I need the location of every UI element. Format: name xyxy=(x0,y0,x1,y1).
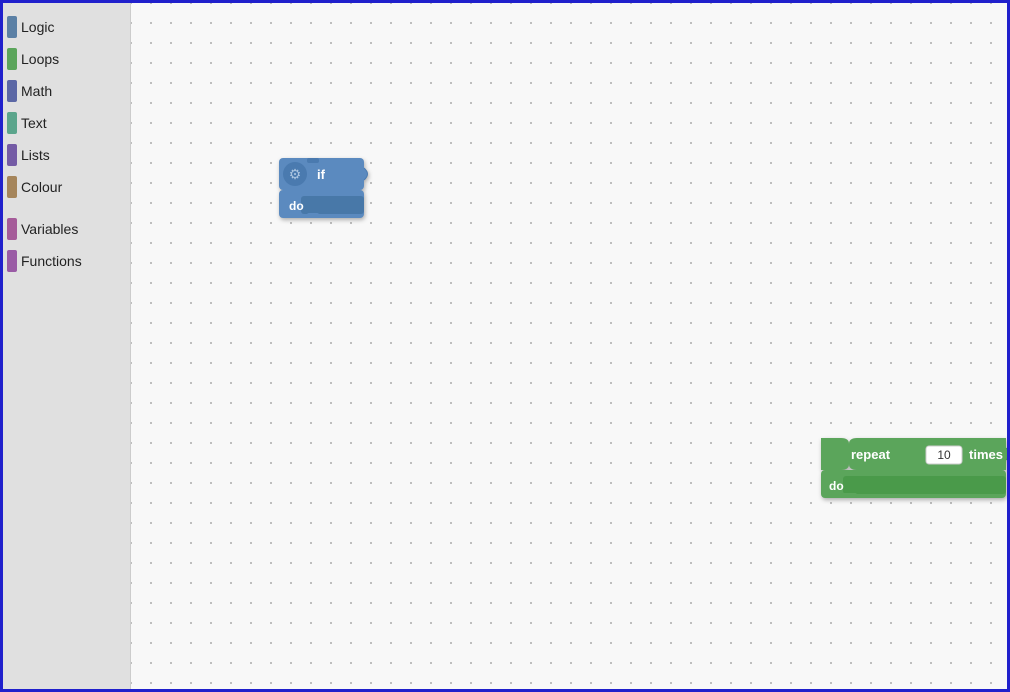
logic-color-dot xyxy=(7,16,17,38)
sidebar-label-text: Text xyxy=(21,115,47,131)
svg-text:⚙: ⚙ xyxy=(289,166,302,182)
svg-text:if: if xyxy=(317,167,326,182)
sidebar: Logic Loops Math Text Lists Colour Varia… xyxy=(3,3,131,689)
sidebar-label-lists: Lists xyxy=(21,147,50,163)
svg-text:repeat: repeat xyxy=(851,447,891,462)
sidebar-label-loops: Loops xyxy=(21,51,59,67)
sidebar-label-variables: Variables xyxy=(21,221,78,237)
sidebar-item-functions[interactable]: Functions xyxy=(3,245,130,277)
sidebar-item-lists[interactable]: Lists xyxy=(3,139,130,171)
sidebar-item-math[interactable]: Math xyxy=(3,75,130,107)
sidebar-item-colour[interactable]: Colour xyxy=(3,171,130,203)
canvas-area[interactable]: ⚙ if do xyxy=(131,3,1007,689)
sidebar-label-logic: Logic xyxy=(21,19,54,35)
lists-color-dot xyxy=(7,144,17,166)
sidebar-item-loops[interactable]: Loops xyxy=(3,43,130,75)
svg-text:10: 10 xyxy=(937,448,951,462)
sidebar-item-logic[interactable]: Logic xyxy=(3,11,130,43)
math-color-dot xyxy=(7,80,17,102)
if-block-graphic: ⚙ if do xyxy=(279,158,368,218)
sidebar-item-text[interactable]: Text xyxy=(3,107,130,139)
svg-text:do: do xyxy=(829,479,844,493)
if-block[interactable]: ⚙ if do xyxy=(279,158,369,228)
svg-text:times: times xyxy=(969,447,1003,462)
functions-color-dot xyxy=(7,250,17,272)
text-color-dot xyxy=(7,112,17,134)
repeat-block-graphic: repeat 10 times do xyxy=(821,438,1007,498)
sidebar-label-colour: Colour xyxy=(21,179,62,195)
sidebar-label-math: Math xyxy=(21,83,52,99)
sidebar-item-variables[interactable]: Variables xyxy=(3,213,130,245)
variables-color-dot xyxy=(7,218,17,240)
repeat-block[interactable]: repeat 10 times do xyxy=(821,438,1007,508)
loops-color-dot xyxy=(7,48,17,70)
svg-text:do: do xyxy=(289,199,304,213)
sidebar-label-functions: Functions xyxy=(21,253,82,269)
colour-color-dot xyxy=(7,176,17,198)
app-container: Logic Loops Math Text Lists Colour Varia… xyxy=(0,0,1010,692)
